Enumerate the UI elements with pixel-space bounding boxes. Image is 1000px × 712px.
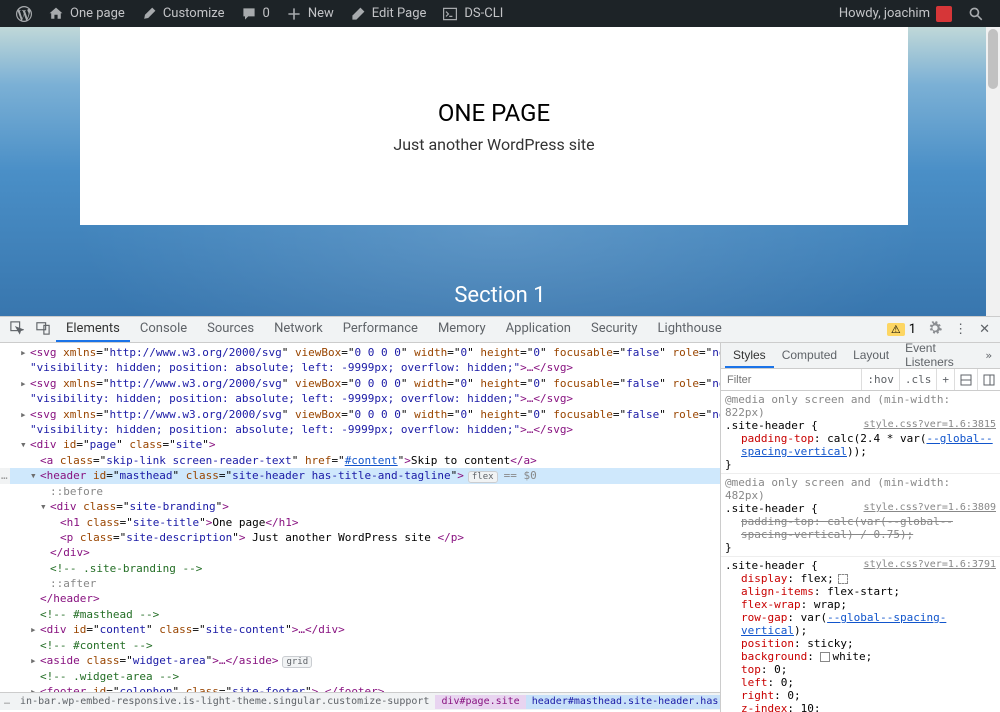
pencil-icon	[350, 6, 366, 22]
comments-link[interactable]: 0	[233, 0, 278, 27]
site-tagline: Just another WordPress site	[393, 135, 594, 154]
account-link[interactable]: Howdy, joachim	[831, 0, 960, 27]
terminal-icon	[442, 6, 458, 22]
computed-toggle-icon[interactable]	[954, 369, 977, 390]
home-icon	[48, 6, 64, 22]
source-link[interactable]: style.css?ver=1.6:3815	[864, 419, 996, 432]
dom-tree-panel: ▸<svg xmlns="http://www.w3.org/2000/svg"…	[0, 343, 720, 712]
source-link[interactable]: style.css?ver=1.6:3791	[864, 559, 996, 572]
search-icon	[968, 6, 984, 22]
section-heading: Section 1	[0, 283, 1000, 308]
edit-page-link[interactable]: Edit Page	[342, 0, 435, 27]
wordpress-icon	[16, 6, 32, 22]
tab-network[interactable]: Network	[264, 317, 333, 342]
tab-console[interactable]: Console	[130, 317, 197, 342]
flex-editor-icon[interactable]	[838, 574, 848, 584]
cls-button[interactable]: .cls	[899, 369, 937, 390]
site-title: ONE PAGE	[438, 99, 550, 127]
close-devtools-icon[interactable]: ✕	[973, 322, 996, 337]
stab-computed[interactable]: Computed	[774, 343, 845, 368]
tab-performance[interactable]: Performance	[333, 317, 428, 342]
color-swatch[interactable]	[820, 652, 830, 662]
comment-icon	[241, 6, 257, 22]
source-link[interactable]: style.css?ver=1.6:3809	[864, 502, 996, 515]
tab-security[interactable]: Security	[581, 317, 648, 342]
avatar	[936, 6, 952, 22]
plus-icon	[286, 6, 302, 22]
page-scrollbar[interactable]	[986, 27, 1000, 316]
more-icon[interactable]: ⋮	[948, 322, 973, 337]
breadcrumb-overflow[interactable]: …	[0, 695, 14, 709]
devtools: Elements Console Sources Network Perform…	[0, 316, 1000, 712]
devtools-tabbar: Elements Console Sources Network Perform…	[0, 317, 1000, 343]
tab-application[interactable]: Application	[496, 317, 581, 342]
styles-rules[interactable]: @media only screen and (min-width: 822px…	[721, 391, 1000, 712]
tab-elements[interactable]: Elements	[56, 317, 130, 342]
site-name-text: One page	[70, 6, 125, 21]
stab-styles[interactable]: Styles	[725, 343, 774, 368]
dom-breadcrumb[interactable]: … in-bar.wp-embed-responsive.is-light-th…	[0, 692, 720, 710]
inspect-icon[interactable]	[4, 321, 30, 339]
wp-logo[interactable]	[8, 0, 40, 27]
styles-filter-input[interactable]	[721, 374, 861, 386]
tab-memory[interactable]: Memory	[428, 317, 496, 342]
panel-toggle-icon[interactable]	[977, 369, 1000, 390]
gear-icon[interactable]	[922, 321, 948, 339]
styles-panel: Styles Computed Layout Event Listeners »…	[720, 343, 1000, 712]
search-toggle[interactable]	[960, 0, 992, 27]
wp-admin-bar: One page Customize 0 New Edit Page DS-CL…	[0, 0, 1000, 27]
device-icon[interactable]	[30, 321, 56, 339]
customize-link[interactable]: Customize	[133, 0, 233, 27]
dom-selected-node[interactable]: ▾<header id="masthead" class="site-heade…	[0, 468, 720, 484]
hov-button[interactable]: :hov	[861, 369, 899, 390]
tab-lighthouse[interactable]: Lighthouse	[648, 317, 732, 342]
chevron-right-icon[interactable]: »	[981, 349, 996, 362]
tab-sources[interactable]: Sources	[197, 317, 264, 342]
site-header-card: ONE PAGE Just another WordPress site	[80, 27, 908, 225]
site-name-link[interactable]: One page	[40, 0, 133, 27]
stab-events[interactable]: Event Listeners	[897, 343, 981, 368]
stab-layout[interactable]: Layout	[845, 343, 897, 368]
dom-tree[interactable]: ▸<svg xmlns="http://www.w3.org/2000/svg"…	[0, 345, 720, 692]
ds-cli-link[interactable]: DS-CLI	[434, 0, 511, 27]
issues-button[interactable]: ⚠1	[881, 322, 922, 337]
brush-icon	[141, 6, 157, 22]
new-rule-button[interactable]: +	[936, 369, 954, 390]
page-preview: ONE PAGE Just another WordPress site Sec…	[0, 27, 1000, 316]
new-link[interactable]: New	[278, 0, 342, 27]
warning-icon: ⚠	[887, 323, 905, 336]
scrollbar-thumb[interactable]	[988, 29, 998, 89]
